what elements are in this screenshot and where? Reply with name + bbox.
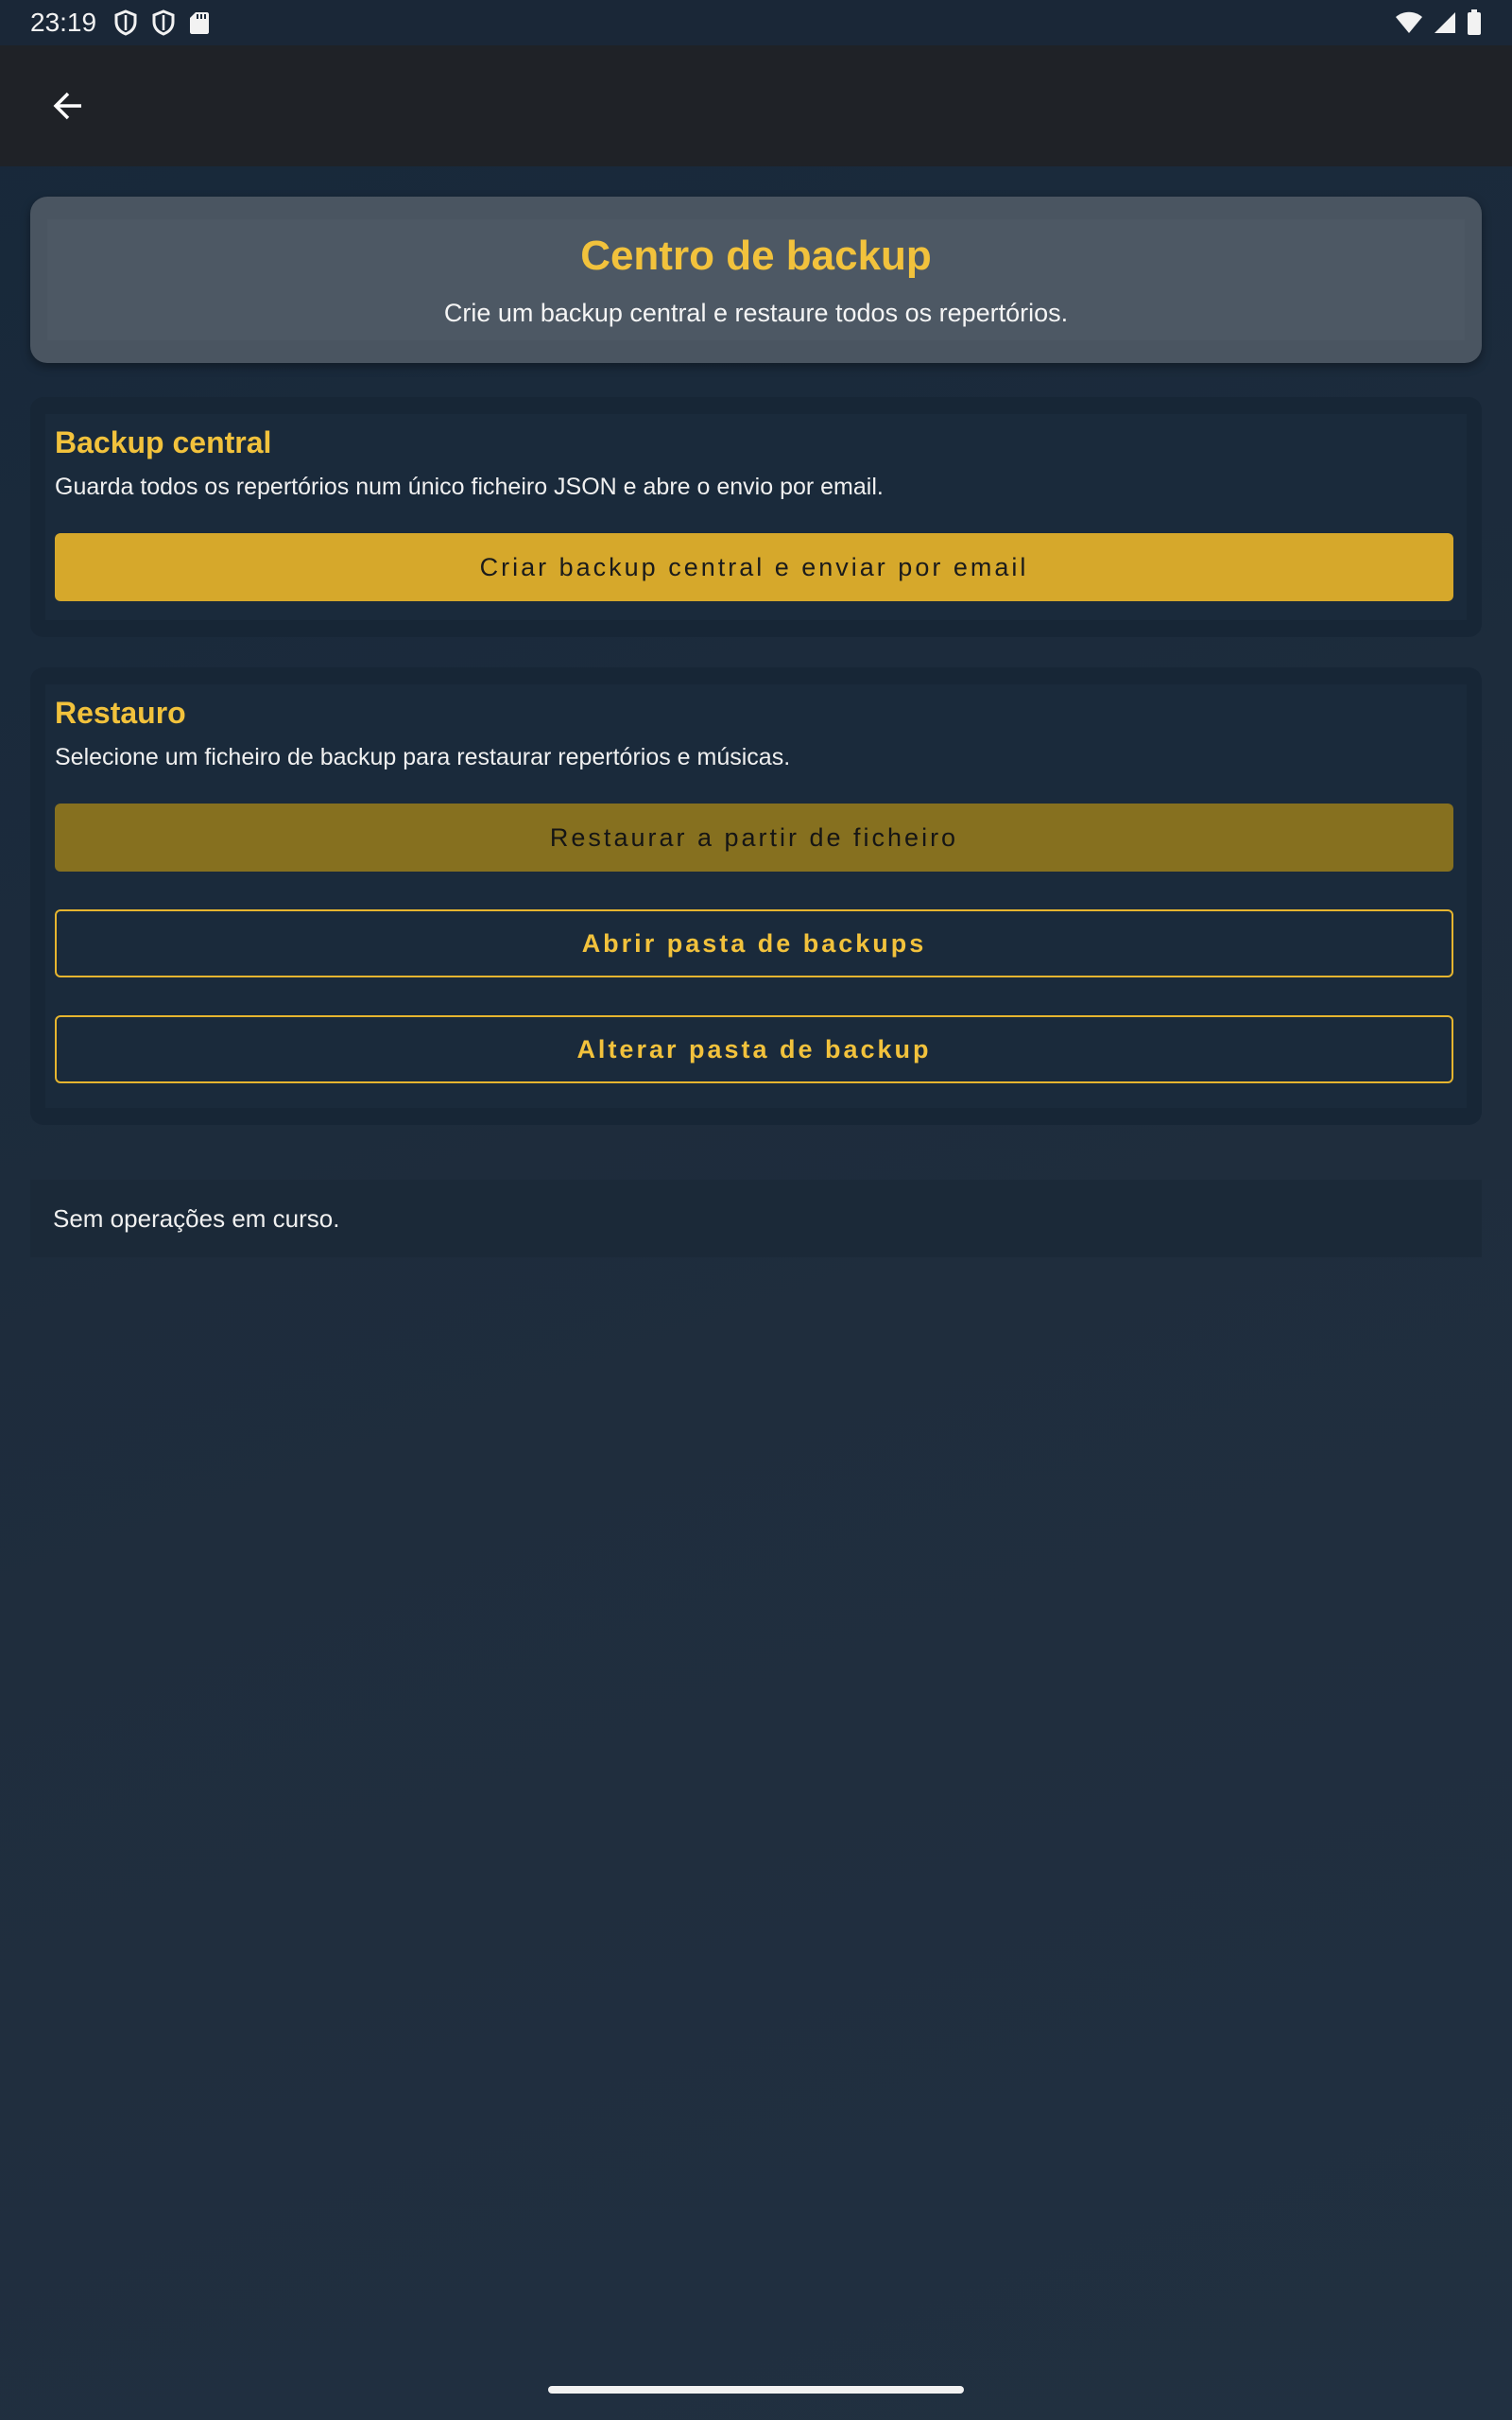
backup-central-title: Backup central <box>55 425 272 459</box>
change-backup-folder-button[interactable]: Alterar pasta de backup <box>55 1015 1453 1083</box>
status-bar-right <box>1395 9 1482 36</box>
operation-status-message: Sem operações em curso. <box>53 1203 340 1233</box>
sd-card-icon <box>189 10 210 35</box>
restore-from-file-button[interactable]: Restaurar a partir de ficheiro <box>55 804 1453 872</box>
restore-inner: Restauro Selecione um ficheiro de backup… <box>45 684 1467 1108</box>
wifi-icon <box>1395 10 1423 35</box>
status-time: 23:19 <box>30 8 97 37</box>
page-subtitle: Crie um backup central e restaure todos … <box>443 298 1069 327</box>
signal-icon <box>1433 10 1457 35</box>
arrow-left-icon <box>53 92 81 120</box>
restore-card: Restauro Selecione um ficheiro de backup… <box>30 667 1482 1125</box>
restore-description: Selecione um ficheiro de backup para res… <box>55 744 791 770</box>
toolbar <box>0 45 1512 166</box>
shield-icon <box>113 9 138 36</box>
backup-central-card: Backup central Guarda todos os repertóri… <box>30 397 1482 637</box>
battery-icon <box>1467 9 1482 36</box>
back-button[interactable] <box>42 79 94 132</box>
backup-central-description: Guarda todos os repertórios num único fi… <box>55 474 884 500</box>
open-backups-folder-button[interactable]: Abrir pasta de backups <box>55 909 1453 977</box>
header-card: Centro de backup Crie um backup central … <box>30 197 1482 363</box>
home-indicator[interactable] <box>548 2386 964 2394</box>
backup-central-inner: Backup central Guarda todos os repertóri… <box>45 414 1467 620</box>
shield-icon <box>151 9 176 36</box>
status-bar: 23:19 <box>0 0 1512 45</box>
page-title: Centro de backup <box>580 232 932 279</box>
operation-status-panel: Sem operações em curso. <box>30 1180 1482 1257</box>
restore-title: Restauro <box>55 696 186 730</box>
status-bar-left: 23:19 <box>30 8 210 38</box>
create-backup-email-button[interactable]: Criar backup central e enviar por email <box>55 533 1453 601</box>
header-inner: Centro de backup Crie um backup central … <box>47 219 1465 340</box>
